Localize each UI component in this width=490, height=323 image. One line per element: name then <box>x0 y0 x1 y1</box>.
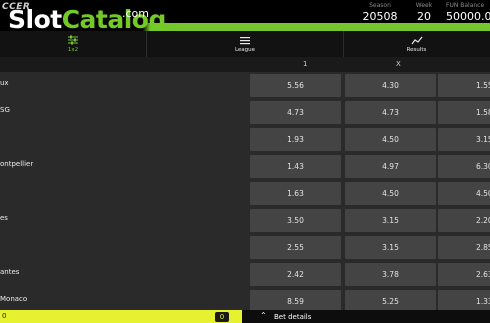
match-row: ontpellier 1.43 4.97 6.30 <box>0 153 490 180</box>
bet-slip-badge: 0 <box>215 312 229 322</box>
odds-home-button[interactable]: 3.50 <box>250 209 341 232</box>
odds-away-button[interactable]: 1.55 <box>438 74 490 97</box>
top-header: CCER SlotCatalog .com Season 20508 Week … <box>0 0 490 32</box>
odds-draw-button[interactable]: 4.30 <box>345 74 436 97</box>
list-icon <box>240 36 250 44</box>
odds-away-button[interactable]: 2.20 <box>438 209 490 232</box>
week-stat: Week 20 <box>415 2 433 23</box>
odds-home-button[interactable]: 1.43 <box>250 155 341 178</box>
odds-draw-button[interactable]: 4.97 <box>345 155 436 178</box>
odds-column-header: 1 X <box>0 57 490 72</box>
column-home-label: 1 <box>303 60 308 68</box>
match-row: ux 5.56 4.30 1.55 <box>0 72 490 99</box>
chart-line-icon <box>411 36 422 44</box>
odds-home-button[interactable]: 4.73 <box>250 101 341 124</box>
odds-draw-button[interactable]: 3.15 <box>345 236 436 259</box>
match-name: ux <box>0 79 9 87</box>
tab-league[interactable]: League <box>146 31 344 57</box>
main-tabs: 1x2 League Results <box>0 31 490 57</box>
odds-away-button[interactable]: 4.50 <box>438 182 490 205</box>
odds-draw-button[interactable]: 4.73 <box>345 101 436 124</box>
odds-draw-button[interactable]: 4.50 <box>345 182 436 205</box>
bet-slip-bar[interactable]: 0 0 <box>0 310 242 323</box>
column-draw-label: X <box>396 60 401 68</box>
tab-label: Results <box>406 46 427 53</box>
odds-draw-button[interactable]: 3.78 <box>345 263 436 286</box>
bet-details-label: Bet details <box>274 313 312 321</box>
match-row: 1.93 4.50 3.15 <box>0 126 490 153</box>
tab-1x2[interactable]: 1x2 <box>0 31 146 57</box>
bet-slip-count: 0 <box>2 312 7 320</box>
bet-details-toggle[interactable]: ⌃ Bet details <box>242 310 490 323</box>
odds-home-button[interactable]: 2.55 <box>250 236 341 259</box>
tab-label: League <box>234 46 256 53</box>
odds-draw-button[interactable]: 4.50 <box>345 128 436 151</box>
match-name: ontpellier <box>0 160 34 168</box>
sliders-icon <box>68 35 78 45</box>
odds-away-button[interactable]: 2.85 <box>438 236 490 259</box>
odds-away-button[interactable]: 6.30 <box>438 155 490 178</box>
match-name: antes <box>0 268 20 276</box>
odds-home-button[interactable]: 2.42 <box>250 263 341 286</box>
tab-results[interactable]: Results <box>343 31 490 57</box>
match-name: es <box>0 214 8 222</box>
odds-home-button[interactable]: 1.63 <box>250 182 341 205</box>
balance-stat: FUN Balance 50000.00 <box>446 2 490 23</box>
brand-suffix: .com <box>122 7 149 20</box>
match-name: Monaco <box>0 295 28 303</box>
odds-home-button[interactable]: 1.93 <box>250 128 341 151</box>
season-stat: Season 20508 <box>362 2 398 23</box>
chevron-up-icon: ⌃ <box>260 311 267 320</box>
odds-away-button[interactable]: 3.15 <box>438 128 490 151</box>
match-row: 1.63 4.50 4.50 <box>0 180 490 207</box>
match-row: SG 4.73 4.73 1.58 <box>0 99 490 126</box>
match-row: es 3.50 3.15 2.20 <box>0 207 490 234</box>
odds-home-button[interactable]: 5.56 <box>250 74 341 97</box>
tab-label: 1x2 <box>67 47 79 53</box>
match-row: 2.55 3.15 2.85 <box>0 234 490 261</box>
match-name: SG <box>0 106 10 114</box>
odds-draw-button[interactable]: 3.15 <box>345 209 436 232</box>
odds-away-button[interactable]: 1.58 <box>438 101 490 124</box>
match-row: antes 2.42 3.78 2.63 <box>0 261 490 288</box>
odds-away-button[interactable]: 2.63 <box>438 263 490 286</box>
